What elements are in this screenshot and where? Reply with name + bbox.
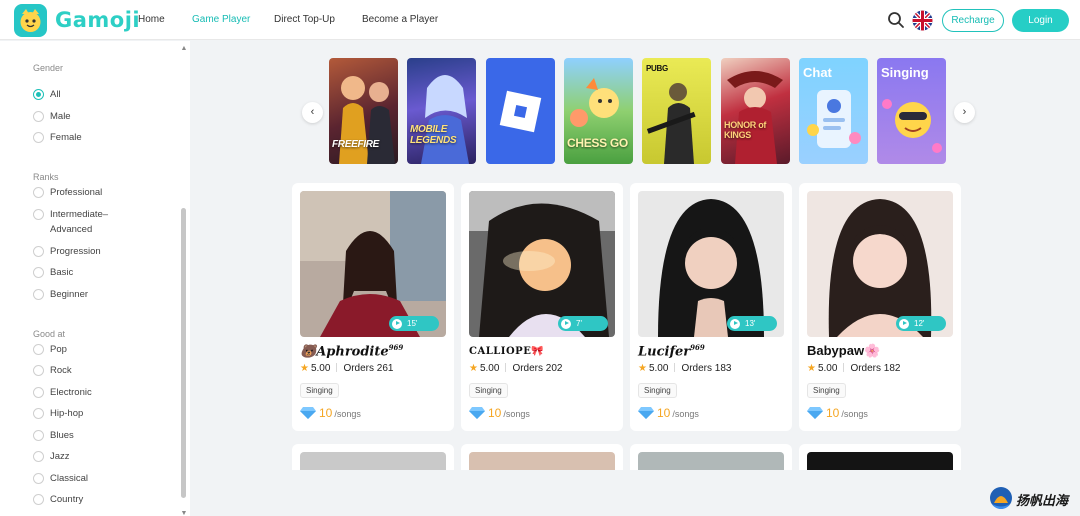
- sail-logo-icon: [990, 487, 1012, 509]
- nav-home[interactable]: Home: [138, 14, 165, 25]
- chevron-right-icon[interactable]: ›: [954, 102, 975, 123]
- game-tile-chess-go[interactable]: CHESS GO: [564, 58, 633, 164]
- player-price: 10/songs: [469, 406, 530, 420]
- player-card[interactable]: 12' Babypaw🌸 ★ 5.00 Orders 182 Singing 10/…: [799, 183, 961, 431]
- radio-icon[interactable]: [33, 187, 44, 198]
- diamond-icon: [638, 407, 654, 419]
- nav-become-a-player[interactable]: Become a Player: [362, 14, 438, 25]
- skill-tag: Singing: [469, 383, 508, 398]
- game-tile-pubg-mobile[interactable]: PUBG: [642, 58, 711, 164]
- radio-icon[interactable]: [33, 387, 44, 398]
- play-icon[interactable]: [730, 318, 740, 329]
- radio-icon[interactable]: [33, 344, 44, 355]
- skill-tag: Singing: [807, 383, 846, 398]
- game-title-mark: PUBG: [646, 64, 668, 73]
- player-photo[interactable]: 15': [300, 191, 446, 337]
- player-price: 10/songs: [807, 406, 868, 420]
- star-icon: ★: [469, 363, 478, 374]
- game-title-mark: FREEFIRE: [332, 139, 380, 150]
- radio-icon[interactable]: [33, 111, 44, 122]
- voice-preview-button[interactable]: 13': [727, 316, 777, 331]
- skill-tag: Singing: [638, 383, 677, 398]
- radio-icon[interactable]: [33, 451, 44, 462]
- radio-icon[interactable]: [33, 430, 44, 441]
- chevron-left-icon[interactable]: ‹: [302, 102, 323, 123]
- gamoji-logo[interactable]: [14, 4, 47, 37]
- recharge-button[interactable]: Recharge: [942, 9, 1004, 32]
- radio-icon[interactable]: [33, 209, 44, 220]
- skill-tag: Singing: [300, 383, 339, 398]
- diamond-icon: [807, 407, 823, 419]
- login-button[interactable]: Login: [1012, 9, 1069, 32]
- game-tile-mobile-legends[interactable]: MOBILE LEGENDS: [407, 58, 476, 164]
- watermark-text: 扬帆出海: [1016, 494, 1069, 509]
- good-at-title: Good at: [33, 329, 66, 339]
- player-card[interactable]: 7' CALLIOPE🎀 ★ 5.00 Orders 202 Singing 10/…: [461, 183, 623, 431]
- radio-icon[interactable]: [33, 89, 44, 100]
- radio-icon[interactable]: [33, 494, 44, 505]
- top-header: Gamoji Home Game Player Direct Top-Up Be…: [0, 0, 1080, 40]
- diamond-icon: [469, 407, 485, 419]
- ranks-title: Ranks: [33, 172, 59, 182]
- sidebar-scrollbar[interactable]: [181, 208, 186, 498]
- player-photo[interactable]: 13': [638, 191, 784, 337]
- player-photo[interactable]: 12': [807, 191, 953, 337]
- player-photo[interactable]: 7': [469, 191, 615, 337]
- radio-icon[interactable]: [33, 473, 44, 484]
- brand-name[interactable]: Gamoji: [55, 8, 140, 32]
- player-rating: ★ 5.00 Orders 182: [807, 363, 901, 374]
- search-icon[interactable]: [886, 10, 906, 30]
- scroll-down-icon[interactable]: ▼: [180, 510, 188, 516]
- game-tile-free-fire[interactable]: FREEFIRE: [329, 58, 398, 164]
- player-name: Babypaw🌸: [807, 343, 881, 358]
- radio-icon[interactable]: [33, 289, 44, 300]
- star-icon: ★: [807, 363, 816, 374]
- game-tile-roblox[interactable]: [486, 58, 555, 164]
- radio-icon[interactable]: [33, 267, 44, 278]
- player-name: 🐻Aphrodite969: [300, 343, 404, 360]
- radio-icon[interactable]: [33, 365, 44, 376]
- player-price: 10/songs: [300, 406, 361, 420]
- play-icon[interactable]: [899, 318, 909, 329]
- nav-direct-top-up[interactable]: Direct Top-Up: [274, 14, 335, 25]
- player-price: 10/songs: [638, 406, 699, 420]
- player-name: CALLIOPE🎀: [469, 346, 545, 357]
- play-icon[interactable]: [392, 318, 402, 329]
- radio-icon[interactable]: [33, 132, 44, 143]
- player-name: Lucifer969: [638, 343, 705, 360]
- star-icon: ★: [300, 363, 309, 374]
- filter-sidebar: ▲ ▼ Gender All Male Female Ranks Profess…: [0, 41, 190, 516]
- player-card[interactable]: 15' 🐻Aphrodite969 ★ 5.00 Orders 261 Singin…: [292, 183, 454, 431]
- scroll-up-icon[interactable]: ▲: [180, 45, 188, 52]
- voice-preview-button[interactable]: 15': [389, 316, 439, 331]
- star-icon: ★: [638, 363, 647, 374]
- game-title-mark: MOBILE LEGENDS: [410, 124, 457, 146]
- gender-title: Gender: [33, 63, 64, 73]
- voice-preview-button[interactable]: 7': [558, 316, 608, 331]
- radio-icon[interactable]: [33, 408, 44, 419]
- uk-flag-icon[interactable]: [912, 10, 933, 31]
- player-rating: ★ 5.00 Orders 202: [469, 363, 563, 374]
- game-tile-honor-of-kings[interactable]: HONOR of KINGS: [721, 58, 790, 164]
- player-card[interactable]: 13' Lucifer969 ★ 5.00 Orders 183 Singing 1…: [630, 183, 792, 431]
- radio-icon[interactable]: [33, 246, 44, 257]
- player-rating: ★ 5.00 Orders 261: [300, 363, 394, 374]
- nav-game-player[interactable]: Game Player: [192, 14, 250, 25]
- diamond-icon: [300, 407, 316, 419]
- voice-preview-button[interactable]: 12': [896, 316, 946, 331]
- play-icon[interactable]: [561, 318, 571, 329]
- game-title-mark: HONOR of KINGS: [724, 120, 767, 140]
- page-bottom: [190, 470, 1080, 516]
- player-rating: ★ 5.00 Orders 183: [638, 363, 732, 374]
- game-title-mark: CHESS GO: [567, 136, 628, 150]
- category-tile-chat[interactable]: Chat: [799, 58, 868, 164]
- category-tile-singing[interactable]: Singing: [877, 58, 946, 164]
